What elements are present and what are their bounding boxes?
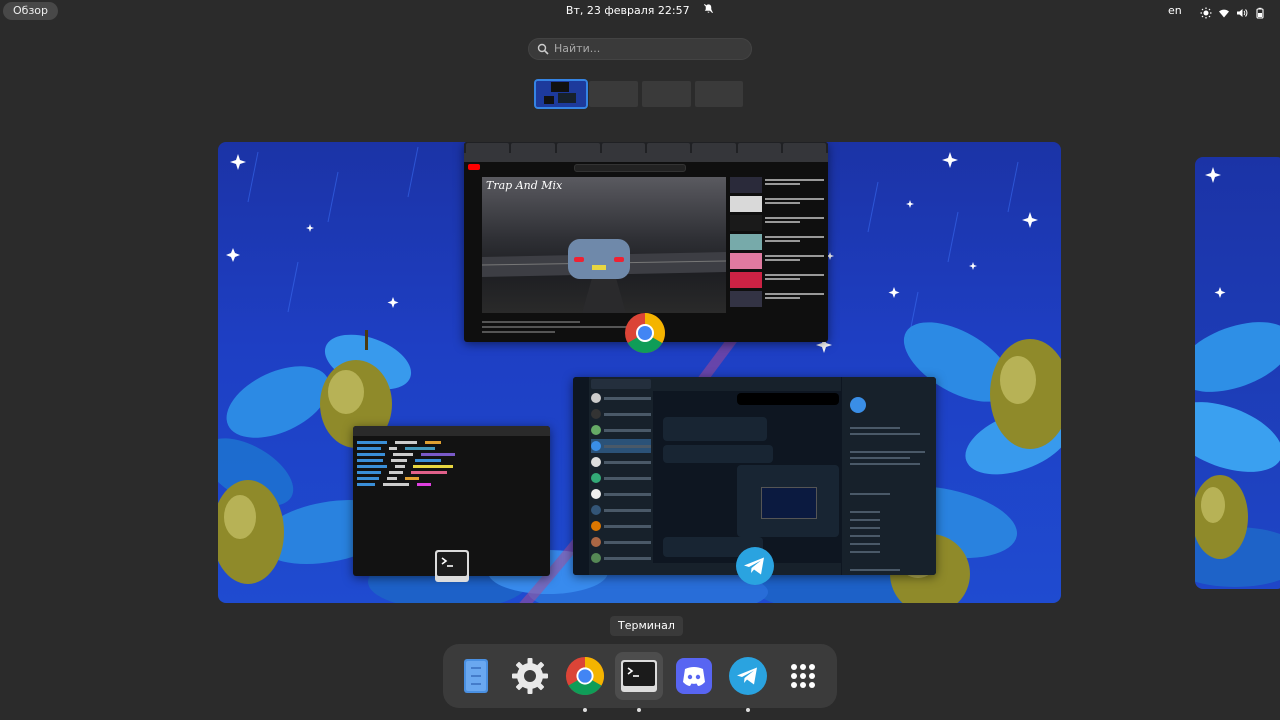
- volume-icon: [1236, 4, 1248, 17]
- chrome-address-bar: [464, 153, 828, 162]
- terminal-icon: [621, 660, 657, 692]
- dash-telegram-button[interactable]: [724, 652, 772, 712]
- dash-discord-button[interactable]: [670, 652, 718, 700]
- running-indicator: [637, 708, 641, 712]
- search-input[interactable]: Найти...: [528, 38, 752, 60]
- video-info: [482, 318, 726, 336]
- dash-tooltip: Терминал: [610, 616, 683, 636]
- search-icon: [537, 43, 549, 55]
- notifications-muted-icon: [703, 3, 714, 19]
- app-grid-icon: [791, 664, 815, 688]
- workspace-thumbnail-3[interactable]: [642, 81, 691, 107]
- running-indicator: [583, 708, 587, 712]
- keyboard-layout-indicator[interactable]: en: [1168, 3, 1182, 19]
- dash-chrome-button[interactable]: [561, 652, 609, 712]
- search-placeholder: Найти...: [554, 42, 601, 55]
- files-icon: [464, 659, 488, 693]
- dash-settings-button[interactable]: [506, 652, 554, 700]
- terminal-icon: [435, 550, 469, 582]
- system-tray[interactable]: [1200, 4, 1266, 19]
- top-bar: Обзор Вт, 23 февраля 22:57 en: [0, 0, 1280, 22]
- video-player: Trap And Mix: [482, 177, 726, 313]
- workspace-thumbnail-preview: [536, 81, 586, 107]
- wallpaper-next: [1195, 167, 1280, 587]
- workspace-thumbnail-2[interactable]: [589, 81, 638, 107]
- running-indicator: [746, 708, 750, 712]
- workspace-thumbnail-1[interactable]: [536, 81, 586, 107]
- youtube-header: [464, 162, 828, 172]
- discord-icon: [676, 658, 712, 694]
- telegram-folder-rail: [573, 377, 589, 575]
- video-frame: [482, 239, 726, 313]
- workspace-next[interactable]: [1195, 157, 1280, 589]
- terminal-titlebar: [353, 426, 550, 436]
- brightness-icon: [1200, 4, 1212, 19]
- clock-menu[interactable]: Вт, 23 февраля 22:57: [0, 3, 1280, 19]
- workspace-current[interactable]: Trap And Mix: [218, 142, 1061, 603]
- youtube-recommendations: [730, 177, 824, 310]
- gear-icon: [512, 658, 548, 694]
- dash-terminal-button[interactable]: [615, 652, 663, 712]
- power-icon: [1254, 4, 1266, 19]
- workspace-thumbnail-4[interactable]: [695, 81, 743, 107]
- wifi-icon: [1218, 4, 1230, 18]
- terminal-output: [357, 440, 546, 488]
- datetime-label: Вт, 23 февраля 22:57: [565, 4, 690, 17]
- telegram-chat-list: [589, 377, 654, 575]
- chrome-tab-strip: [464, 142, 828, 153]
- telegram-icon: [729, 657, 767, 695]
- chrome-icon: [625, 313, 665, 353]
- dash: [443, 644, 837, 712]
- telegram-info-panel: [841, 377, 936, 575]
- show-applications-button[interactable]: [779, 652, 827, 700]
- chrome-icon: [565, 656, 605, 696]
- dash-files-button[interactable]: [452, 652, 500, 700]
- telegram-icon: [736, 547, 774, 585]
